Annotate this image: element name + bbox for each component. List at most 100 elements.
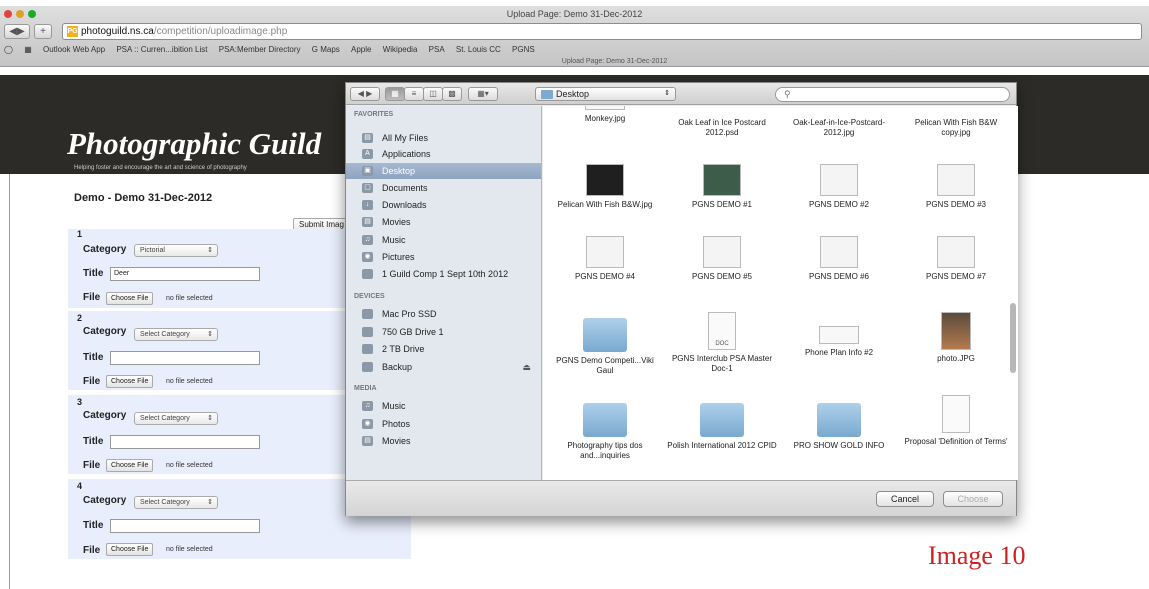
file-item[interactable]: Polish International 2012 CPID	[666, 403, 778, 451]
top-sites-icon[interactable]: ▦	[24, 43, 32, 57]
sidebar-item-label: 750 GB Drive 1	[382, 327, 444, 337]
sidebar-item-label: Music	[382, 235, 406, 245]
bookmark-item[interactable]: PSA :: Curren...ibition List	[116, 43, 207, 57]
sidebar-item-750gb-drive[interactable]: 750 GB Drive 1	[346, 324, 541, 340]
file-item[interactable]: Oak Leaf in Ice Postcard 2012.psd	[666, 118, 778, 138]
bookmark-item[interactable]: Wikipedia	[383, 43, 418, 57]
sidebar-item-media-music[interactable]: ♫ Music	[346, 398, 541, 414]
choose-file-button[interactable]: Choose File	[106, 375, 154, 388]
file-item[interactable]: DOC PGNS Interclub PSA Master Doc-1	[666, 312, 778, 374]
sidebar-item-movies[interactable]: ▤ Movies	[346, 214, 541, 230]
file-item[interactable]: PGNS DEMO #2	[783, 164, 895, 210]
file-item[interactable]: photo.JPG	[900, 312, 1012, 364]
bookmark-item[interactable]: PSA	[429, 43, 445, 57]
tab-title[interactable]: Upload Page: Demo 31-Dec-2012	[0, 57, 1149, 67]
file-item[interactable]: Phone Plan Info #2	[783, 318, 895, 358]
close-window-icon[interactable]	[4, 10, 12, 18]
file-item[interactable]: PGNS DEMO #5	[666, 236, 778, 282]
arrange-button[interactable]: ▦▾	[468, 87, 498, 101]
doc-badge: DOC	[715, 341, 729, 347]
reading-list-icon[interactable]: ◯	[4, 43, 13, 57]
address-bar[interactable]: PG photoguild.ns.ca/competition/uploadima…	[62, 23, 1142, 40]
title-input[interactable]	[110, 519, 260, 533]
eject-icon[interactable]: ⏏	[522, 359, 531, 375]
file-thumbnail	[937, 236, 975, 268]
sidebar-item-pictures[interactable]: ◉ Pictures	[346, 249, 541, 265]
sidebar-item-mac-pro-ssd[interactable]: Mac Pro SSD	[346, 306, 541, 322]
file-label: File	[83, 545, 101, 556]
category-select[interactable]: Select Category ⇕	[134, 328, 218, 341]
file-thumbnail	[586, 164, 624, 196]
bookmark-item[interactable]: Outlook Web App	[43, 43, 105, 57]
add-bookmark-button[interactable]: +	[34, 24, 52, 39]
zoom-window-icon[interactable]	[28, 10, 36, 18]
back-forward-button[interactable]: ◀ ▶	[350, 87, 380, 101]
minimize-window-icon[interactable]	[16, 10, 24, 18]
file-grid-scrollbar[interactable]	[1010, 303, 1016, 373]
title-input[interactable]	[110, 435, 260, 449]
folder-icon	[583, 403, 627, 437]
bookmark-item[interactable]: PSA:Member Directory	[219, 43, 301, 57]
file-name: PGNS DEMO #4	[574, 272, 635, 281]
sidebar-item-music[interactable]: ♫ Music	[346, 232, 541, 248]
file-thumbnail	[703, 164, 741, 196]
sidebar-item-applications[interactable]: A Applications	[346, 146, 541, 162]
column-view-button[interactable]: ◫	[423, 87, 443, 101]
media-heading: MEDIA	[354, 385, 377, 392]
file-name: Oak-Leaf-in-Ice-Postcard-2012.jpg	[792, 118, 886, 137]
category-select[interactable]: Pictorial ⇕	[134, 244, 218, 257]
file-item[interactable]: PGNS Demo Competi...Viki Gaul	[549, 318, 661, 376]
file-item[interactable]: Pelican With Fish B&W.jpg	[549, 164, 661, 210]
file-item[interactable]: PGNS DEMO #4	[549, 236, 661, 282]
sidebar-item-desktop[interactable]: ▣ Desktop	[346, 163, 541, 179]
bookmarks-bar: ◯ ▦ Outlook Web App PSA :: Curren...ibit…	[0, 43, 1149, 57]
file-item[interactable]: PGNS DEMO #1	[666, 164, 778, 210]
icon-view-button[interactable]: ▦	[385, 87, 405, 101]
bookmark-item[interactable]: PGNS	[512, 43, 535, 57]
category-select[interactable]: Select Category ⇕	[134, 496, 218, 509]
file-item[interactable]: Pelican With Fish B&W copy.jpg	[900, 118, 1012, 138]
title-input[interactable]	[110, 351, 260, 365]
sidebar-item-media-photos[interactable]: ◉ Photos	[346, 416, 541, 432]
sidebar-item-all-my-files[interactable]: ▤ All My Files	[346, 130, 541, 146]
sidebar-item-2tb-drive[interactable]: 2 TB Drive	[346, 341, 541, 357]
site-logo[interactable]: Photographic Guild	[67, 126, 321, 162]
file-item[interactable]: Proposal 'Definition of Terms'	[900, 395, 1012, 447]
file-item[interactable]: PGNS DEMO #6	[783, 236, 895, 282]
search-field[interactable]: ⚲	[775, 87, 1010, 102]
file-item[interactable]: Photography tips dos and...inquiries	[549, 403, 661, 461]
cancel-button[interactable]: Cancel	[876, 491, 934, 507]
file-item[interactable]: PGNS DEMO #7	[900, 236, 1012, 282]
sidebar-item-guild-comp-folder[interactable]: 1 Guild Comp 1 Sept 10th 2012	[346, 266, 541, 282]
choose-file-button[interactable]: Choose File	[106, 459, 154, 472]
file-item[interactable]: PGNS DEMO #3	[900, 164, 1012, 210]
category-select[interactable]: Select Category ⇕	[134, 412, 218, 425]
sidebar-item-backup[interactable]: Backup ⏏	[346, 359, 541, 375]
folder-icon	[817, 403, 861, 437]
file-name: Proposal 'Definition of Terms'	[904, 437, 1008, 446]
file-name: Photography tips dos and...inquiries	[567, 441, 643, 460]
back-forward-button[interactable]: ◀▶	[4, 24, 30, 39]
title-input[interactable]: Deer	[110, 267, 260, 281]
location-popup[interactable]: Desktop ⇕	[535, 87, 676, 101]
file-item[interactable]: Monkey.jpg	[549, 106, 661, 124]
sidebar-item-media-movies[interactable]: ▤ Movies	[346, 433, 541, 449]
choose-button[interactable]: Choose	[943, 491, 1003, 507]
choose-file-button[interactable]: Choose File	[106, 543, 154, 556]
sidebar-item-documents[interactable]: ▢ Documents	[346, 180, 541, 196]
bookmark-item[interactable]: Apple	[351, 43, 371, 57]
choose-file-button[interactable]: Choose File	[106, 292, 154, 305]
applications-icon: A	[362, 149, 373, 159]
file-name: PGNS DEMO #5	[691, 272, 752, 281]
file-item[interactable]: Oak-Leaf-in-Ice-Postcard-2012.jpg	[783, 118, 895, 138]
file-item[interactable]: PRO SHOW GOLD INFO	[783, 403, 895, 451]
bookmark-item[interactable]: G Maps	[312, 43, 340, 57]
file-thumbnail	[585, 106, 625, 110]
bookmark-item[interactable]: St. Louis CC	[456, 43, 501, 57]
drive-icon	[362, 344, 373, 354]
sidebar-item-label: Desktop	[382, 166, 416, 176]
coverflow-view-button[interactable]: ▩	[442, 87, 462, 101]
category-value: Select Category	[140, 331, 190, 338]
sidebar-item-downloads[interactable]: ↓ Downloads	[346, 197, 541, 213]
list-view-button[interactable]: ≡	[404, 87, 424, 101]
